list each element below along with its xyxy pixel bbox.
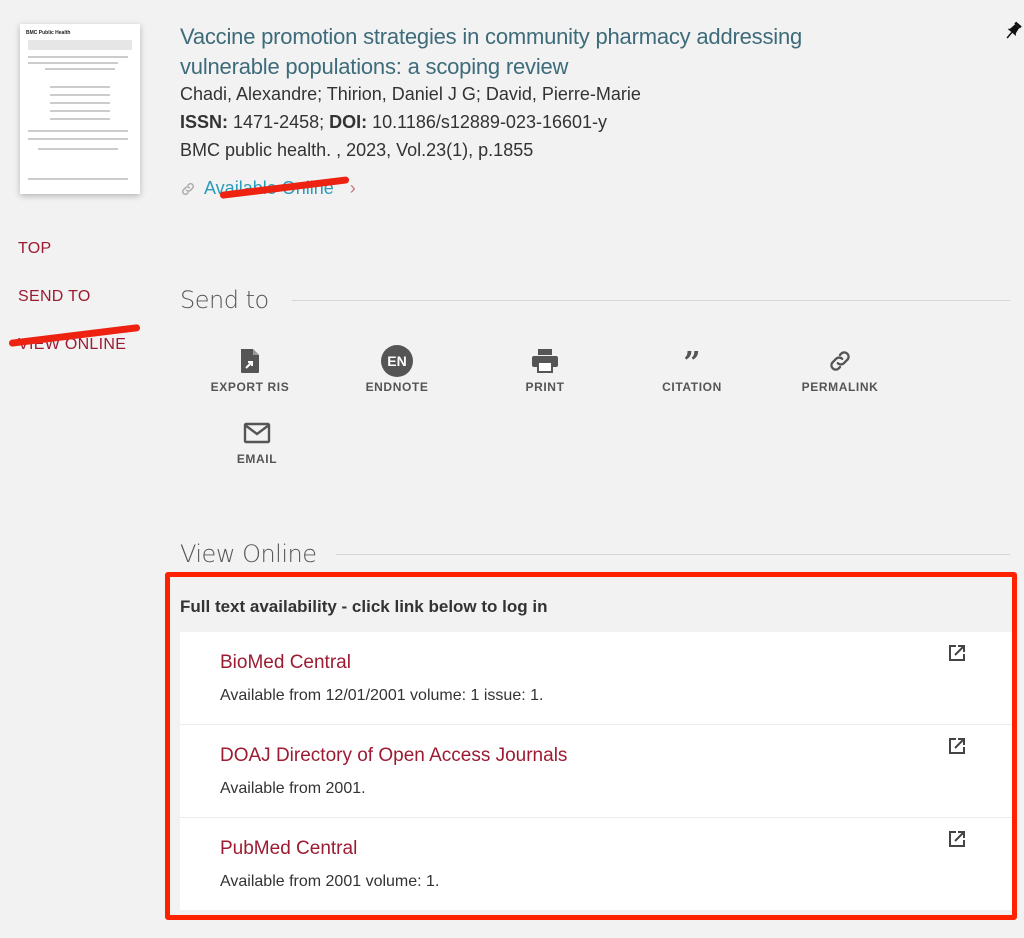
record-title[interactable]: Vaccine promotion strategies in communit…	[180, 22, 880, 82]
email-icon	[243, 422, 271, 444]
record-authors: Chadi, Alexandre; Thirion, Daniel J G; D…	[180, 84, 641, 104]
sidenav-top[interactable]: TOP	[18, 240, 52, 258]
send-to-heading: Send to	[180, 286, 269, 314]
provider-name[interactable]: DOAJ Directory of Open Access Journals	[220, 745, 567, 767]
thumbnail-line	[38, 148, 118, 150]
thumbnail-header: BMC Public Health	[26, 30, 71, 36]
citation-label: CITATION	[662, 380, 722, 394]
doi-value: 10.1186/s12889-023-16601-y	[372, 112, 608, 132]
pin-icon[interactable]	[1002, 20, 1024, 42]
record-identifiers: ISSN: 1471-2458; DOI: 10.1186/s12889-023…	[180, 112, 607, 133]
export-ris-button[interactable]: EXPORT RIS	[190, 346, 310, 394]
permalink-label: PERMALINK	[801, 380, 879, 394]
export-ris-icon	[241, 349, 259, 373]
link-icon	[182, 182, 194, 195]
print-button[interactable]: PRINT	[485, 346, 605, 394]
provider-coverage: Available from 2001 volume: 1.	[220, 873, 440, 890]
sidenav-send-to[interactable]: SEND TO	[18, 288, 91, 306]
citation-icon: ”	[683, 346, 701, 381]
thumbnail-line	[28, 130, 128, 132]
thumbnail-line	[50, 118, 110, 120]
thumbnail-line	[50, 86, 110, 88]
endnote-icon: EN	[381, 345, 413, 377]
permalink-button[interactable]: PERMALINK	[780, 346, 900, 394]
thumbnail-line	[45, 68, 115, 70]
provider-row[interactable]: BioMed Central Available from 12/01/2001…	[180, 632, 1012, 725]
export-ris-label: EXPORT RIS	[210, 380, 290, 394]
availability-header: Full text availability - click link belo…	[180, 597, 548, 616]
thumbnail-line	[28, 138, 128, 140]
thumbnail-line	[28, 178, 128, 180]
thumbnail-line	[50, 102, 110, 104]
endnote-label: ENDNOTE	[365, 380, 429, 394]
full-text-availability-panel: Full text availability - click link belo…	[165, 572, 1017, 920]
email-label: EMAIL	[236, 452, 278, 466]
endnote-badge: EN	[387, 353, 407, 369]
permalink-icon	[830, 351, 850, 371]
record-source: BMC public health. , 2023, Vol.23(1), p.…	[180, 140, 534, 160]
thumbnail-box	[28, 40, 132, 50]
provider-row[interactable]: PubMed Central Available from 2001 volum…	[180, 818, 1012, 910]
print-label: PRINT	[525, 380, 565, 394]
provider-row[interactable]: DOAJ Directory of Open Access Journals A…	[180, 725, 1012, 818]
thumbnail-line	[28, 56, 128, 58]
endnote-button[interactable]: EN ENDNOTE	[337, 345, 457, 394]
chevron-right-icon: ›	[349, 178, 356, 198]
thumbnail-line	[28, 62, 118, 64]
section-divider	[336, 554, 1010, 555]
external-link-icon[interactable]	[948, 737, 966, 755]
provider-list: BioMed Central Available from 12/01/2001…	[180, 632, 1012, 910]
provider-coverage: Available from 12/01/2001 volume: 1 issu…	[220, 687, 544, 704]
doi-label: DOI:	[329, 112, 368, 132]
provider-name[interactable]: PubMed Central	[220, 838, 357, 860]
issn-value: 1471-2458;	[233, 112, 325, 132]
view-online-heading: View Online	[180, 540, 317, 568]
citation-button[interactable]: ” CITATION	[632, 346, 752, 395]
section-divider	[292, 300, 1010, 301]
record-thumbnail: BMC Public Health	[20, 24, 140, 194]
external-link-icon[interactable]	[948, 830, 966, 848]
external-link-icon[interactable]	[948, 644, 966, 662]
thumbnail-line	[50, 110, 110, 112]
print-icon	[532, 349, 558, 373]
provider-name[interactable]: BioMed Central	[220, 652, 351, 674]
issn-label: ISSN:	[180, 112, 229, 132]
provider-coverage: Available from 2001.	[220, 780, 366, 797]
thumbnail-line	[50, 94, 110, 96]
email-button[interactable]: EMAIL	[197, 418, 317, 466]
